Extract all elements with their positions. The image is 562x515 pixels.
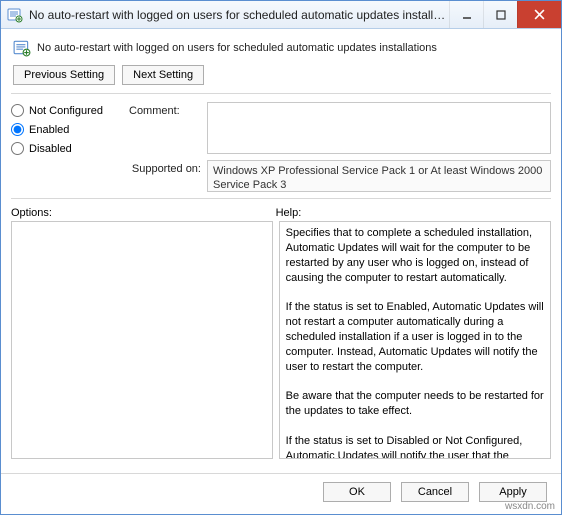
maximize-button[interactable] bbox=[483, 1, 517, 28]
policy-subheader: No auto-restart with logged on users for… bbox=[11, 35, 551, 65]
previous-setting-button[interactable]: Previous Setting bbox=[13, 65, 115, 85]
window-title: No auto-restart with logged on users for… bbox=[29, 8, 449, 22]
minimize-button[interactable] bbox=[449, 1, 483, 28]
apply-button[interactable]: Apply bbox=[479, 482, 547, 502]
ok-button[interactable]: OK bbox=[323, 482, 391, 502]
radio-enabled-input[interactable] bbox=[11, 123, 24, 136]
titlebar: No auto-restart with logged on users for… bbox=[1, 1, 561, 29]
options-label: Options: bbox=[11, 207, 276, 219]
cancel-button[interactable]: Cancel bbox=[401, 482, 469, 502]
nav-buttons: Previous Setting Next Setting bbox=[11, 65, 551, 93]
comment-label: Comment: bbox=[129, 102, 207, 117]
policy-icon bbox=[7, 7, 23, 23]
policy-icon bbox=[13, 39, 31, 57]
options-pane[interactable] bbox=[11, 221, 273, 459]
radio-not-configured[interactable]: Not Configured bbox=[11, 104, 129, 117]
radio-disabled[interactable]: Disabled bbox=[11, 142, 129, 155]
policy-name: No auto-restart with logged on users for… bbox=[37, 42, 437, 54]
radio-enabled-label: Enabled bbox=[29, 124, 69, 136]
help-label: Help: bbox=[276, 207, 551, 219]
next-setting-button[interactable]: Next Setting bbox=[122, 65, 204, 85]
window-buttons bbox=[449, 1, 561, 28]
dialog-footer: OK Cancel Apply bbox=[1, 473, 561, 505]
state-radio-group: Not Configured Enabled Disabled bbox=[11, 102, 129, 161]
close-button[interactable] bbox=[517, 1, 561, 28]
radio-not-configured-input[interactable] bbox=[11, 104, 24, 117]
pane-labels: Options: Help: bbox=[11, 207, 551, 219]
radio-enabled[interactable]: Enabled bbox=[11, 123, 129, 136]
help-pane[interactable]: Specifies that to complete a scheduled i… bbox=[279, 221, 551, 459]
comment-input[interactable] bbox=[207, 102, 551, 154]
supported-label: Supported on: bbox=[129, 160, 207, 175]
radio-disabled-label: Disabled bbox=[29, 143, 72, 155]
radio-disabled-input[interactable] bbox=[11, 142, 24, 155]
divider bbox=[11, 198, 551, 199]
radio-not-configured-label: Not Configured bbox=[29, 105, 103, 117]
supported-value: Windows XP Professional Service Pack 1 o… bbox=[207, 160, 551, 192]
divider bbox=[11, 93, 551, 94]
